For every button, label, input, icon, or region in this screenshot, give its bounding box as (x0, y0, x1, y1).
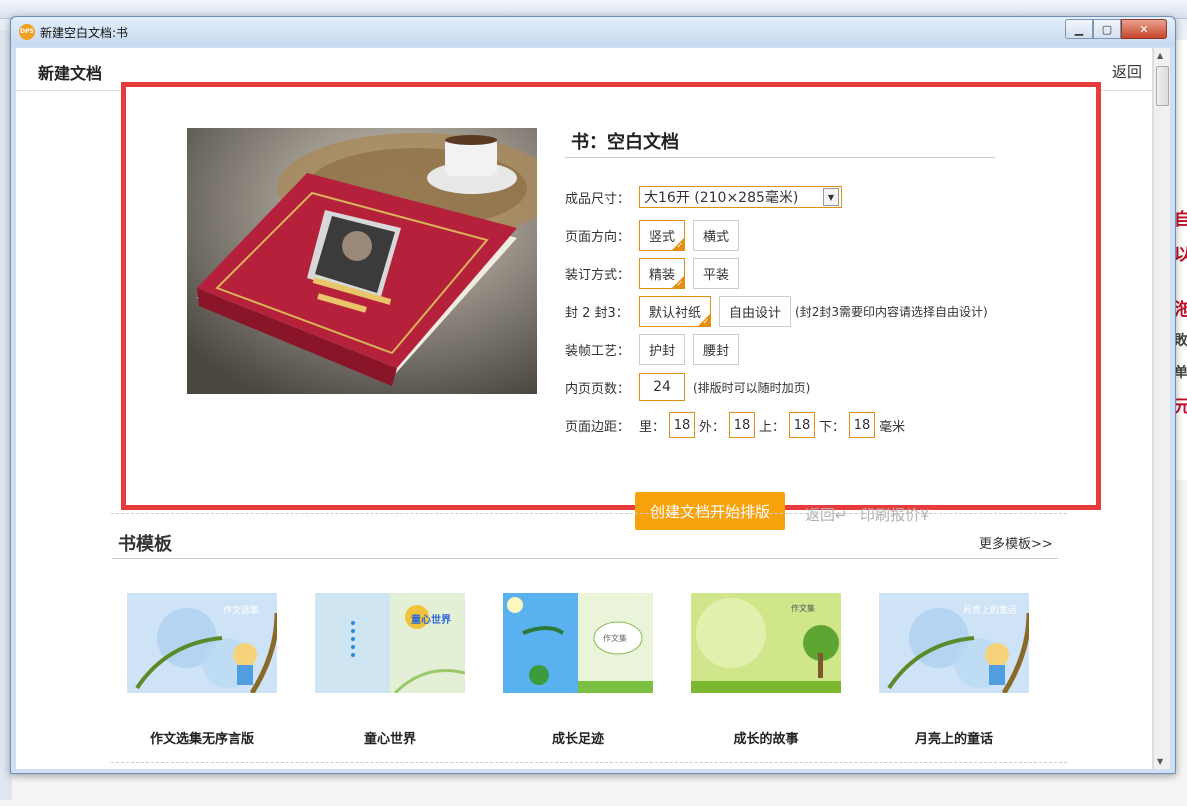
margin-outer-label: 外： (699, 419, 726, 435)
template-item[interactable]: 作文集 成长足迹 (503, 593, 653, 747)
print-quote-link[interactable]: 印刷报价¥ (860, 504, 930, 525)
margin-inner-label: 里： (639, 419, 666, 435)
margin-row: 页面边距： 里： 18 外： 18 上： 18 下： 18 毫米 (565, 410, 905, 440)
template-thumbnail: 月亮上的童话 (879, 593, 1029, 693)
templates-title: 书模板 (118, 534, 172, 555)
margin-inner-input[interactable]: 18 (669, 412, 696, 438)
close-icon: ✕ (1139, 22, 1149, 36)
template-name: 月亮上的童话 (914, 732, 993, 747)
template-cover-text: 作文集 (603, 633, 627, 643)
more-templates-link[interactable]: 更多模板>> (979, 533, 1053, 552)
option-label: 默认衬纸 (649, 305, 702, 321)
template-cover-text: 作文选集 (223, 604, 259, 616)
size-label: 成品尺寸： (565, 191, 631, 207)
margin-bottom-label: 下： (819, 419, 846, 435)
window-title: 新建空白文档:书 (40, 26, 129, 40)
orientation-label: 页面方向： (565, 229, 631, 245)
book-preview-image (187, 128, 537, 394)
vertical-scrollbar[interactable]: ▲ ▼ (1153, 48, 1170, 769)
margin-outer-input[interactable]: 18 (729, 412, 756, 438)
header-back-link[interactable]: 返回 (1112, 61, 1142, 82)
check-icon: ✓ (676, 278, 684, 288)
margin-unit: 毫米 (879, 419, 906, 435)
craft-band-option[interactable]: 腰封 (693, 333, 740, 365)
create-document-button[interactable]: 创建文档开始排版 (635, 492, 785, 530)
templates-divider (112, 558, 1058, 559)
template-name: 成长的故事 (733, 732, 799, 747)
template-item[interactable]: 月亮上的童话 月亮上的童话 (879, 593, 1029, 747)
cover-hint: (封2封3需要印内容请选择自由设计) (795, 304, 988, 319)
orientation-landscape-option[interactable]: 横式 (693, 219, 740, 251)
margin-label: 页面边距： (565, 419, 631, 435)
app-icon: DPS (19, 24, 35, 40)
scroll-down-icon[interactable]: ▼ (1157, 757, 1163, 766)
template-name: 成长足迹 (551, 732, 604, 747)
cover-default-option[interactable]: 默认衬纸 ✓ (639, 295, 712, 327)
check-icon: ✓ (676, 240, 684, 250)
margin-bottom-input[interactable]: 18 (849, 412, 876, 438)
maximize-icon: ▢ (1101, 22, 1113, 36)
pages-hint: (排版时可以随时加页) (693, 380, 811, 395)
orientation-portrait-option[interactable]: 竖式 ✓ (639, 219, 686, 251)
cover-label: 封 2 封3： (565, 305, 629, 321)
craft-label: 装帧工艺： (565, 343, 631, 359)
minimize-button[interactable]: ▁ (1065, 19, 1093, 39)
scroll-up-icon[interactable]: ▲ (1157, 51, 1163, 60)
binding-paperback-option[interactable]: 平装 (693, 257, 740, 289)
pages-label: 内页页数： (565, 381, 631, 397)
template-item[interactable]: 作文选集 作文选集无序言版 (127, 593, 277, 747)
title-bar[interactable]: DPS 新建空白文档:书 ▁ ▢ ✕ (11, 17, 1175, 47)
binding-row: 装订方式： 精装 ✓ 平装 (565, 257, 740, 289)
craft-row: 装帧工艺： 护封 腰封 (565, 333, 740, 365)
orientation-row: 页面方向： 竖式 ✓ 横式 (565, 219, 740, 251)
template-thumbnail: 作文集 (691, 593, 841, 693)
template-thumbnail: 作文集 (503, 593, 653, 693)
template-cover-text: 月亮上的童话 (963, 604, 1017, 616)
close-button[interactable]: ✕ (1121, 19, 1167, 39)
dropdown-arrow-icon: ▼ (823, 188, 839, 206)
dialog-content: 新建文档 返回 书：空白文档 成品尺寸： 大16开 (210×285毫米) ▼ … (16, 48, 1152, 769)
pages-row: 内页页数： 24 (排版时可以随时加页) (565, 372, 810, 402)
template-thumbnail: 童心世界 (315, 593, 465, 693)
section-divider (111, 513, 1067, 514)
size-row: 成品尺寸： 大16开 (210×285毫米) ▼ (565, 182, 842, 212)
template-cover-text: 童心世界 (411, 613, 451, 626)
maximize-button[interactable]: ▢ (1093, 19, 1121, 39)
template-item[interactable]: 童心世界 童心世界 (315, 593, 465, 747)
margin-top-input[interactable]: 18 (789, 412, 816, 438)
craft-jacket-option[interactable]: 护封 (639, 333, 686, 365)
cover-row: 封 2 封3： 默认衬纸 ✓ 自由设计 (封2封3需要印内容请选择自由设计) (565, 295, 988, 327)
template-item[interactable]: 作文集 成长的故事 (691, 593, 841, 747)
bottom-divider (111, 762, 1067, 763)
option-label: 精装 (649, 267, 676, 283)
size-select[interactable]: 大16开 (210×285毫米) ▼ (639, 186, 842, 208)
page-title: 新建文档 (38, 64, 103, 83)
option-label: 竖式 (649, 229, 676, 245)
margin-top-label: 上： (759, 419, 786, 435)
check-icon: ✓ (702, 316, 710, 326)
scroll-thumb[interactable] (1156, 66, 1169, 106)
pages-input[interactable]: 24 (639, 373, 685, 401)
template-name: 作文选集无序言版 (149, 732, 254, 747)
size-value: 大16开 (210×285毫米) (644, 190, 799, 206)
binding-label: 装订方式： (565, 267, 631, 283)
minimize-icon: ▁ (1074, 22, 1084, 36)
template-thumbnail: 作文选集 (127, 593, 277, 693)
cover-custom-option[interactable]: 自由设计 (719, 295, 792, 327)
dialog-window: DPS 新建空白文档:书 ▁ ▢ ✕ 新建文档 返回 书：空白文档 成品尺寸： … (10, 16, 1176, 774)
form-divider (565, 157, 995, 158)
form-back-link[interactable]: 返回↵ (805, 504, 848, 525)
template-name: 童心世界 (363, 732, 416, 747)
binding-hardcover-option[interactable]: 精装 ✓ (639, 257, 686, 289)
template-cover-text: 作文集 (791, 603, 815, 613)
form-title: 书：空白文档 (571, 132, 679, 153)
